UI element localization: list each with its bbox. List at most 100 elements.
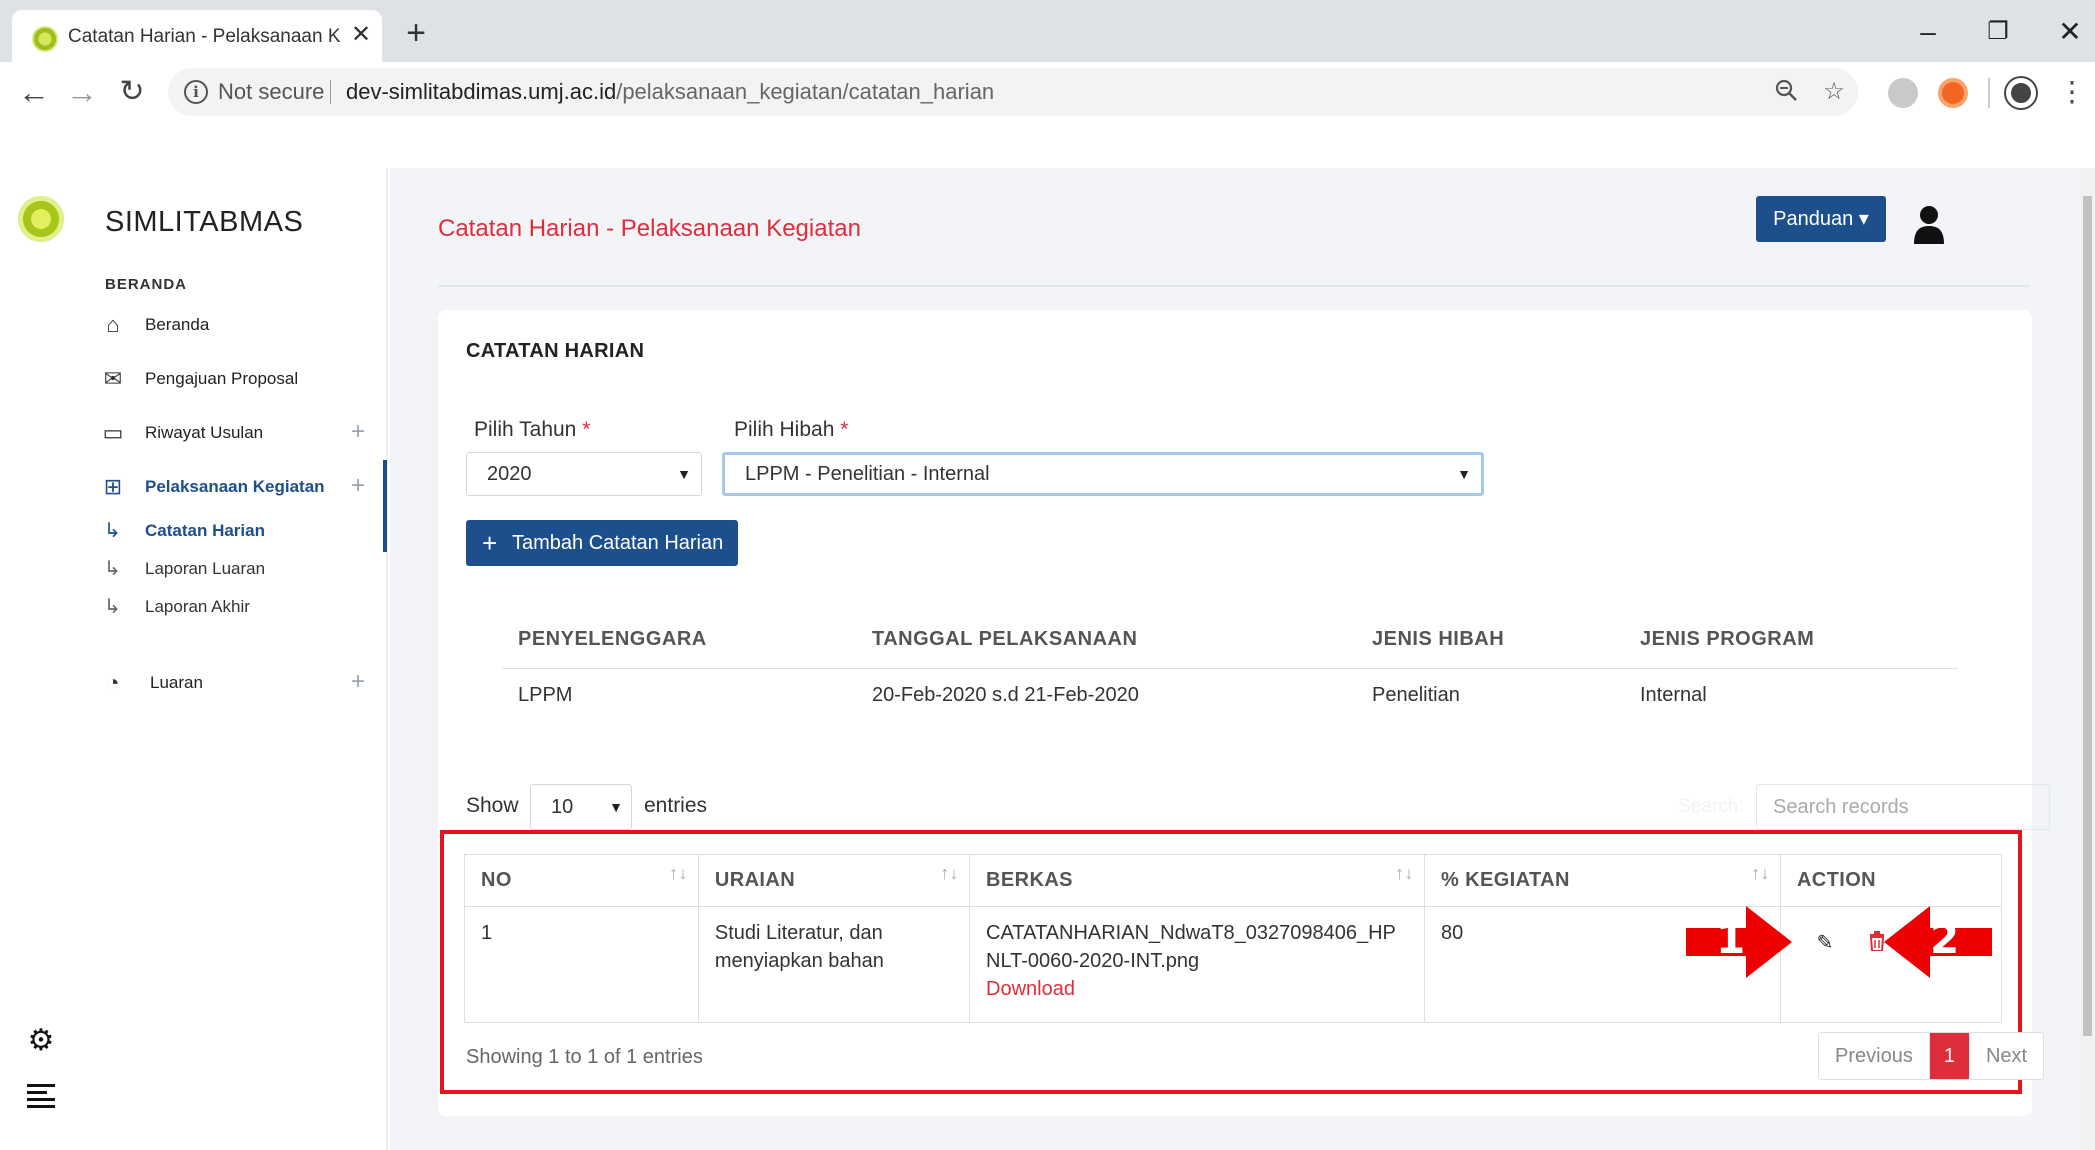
url-path: /pelaksanaan_kegiatan/catatan_harian xyxy=(616,79,995,104)
info-header: TANGGAL PELAKSANAAN xyxy=(872,628,1138,650)
sidebar-item-label: Pengajuan Proposal xyxy=(145,369,299,388)
sort-icon: ↑↓ xyxy=(940,863,960,883)
subitem-arrow-icon: ↳ xyxy=(104,596,121,618)
column-header-no[interactable]: NO ↑↓ xyxy=(464,854,699,907)
minimize-icon[interactable]: – xyxy=(1908,12,1948,52)
pagination: Previous 1 Next xyxy=(1818,1032,2045,1080)
page-header: Catatan Harian - Pelaksanaan Kegiatan Pa… xyxy=(390,168,2030,287)
sort-icon: ↑↓ xyxy=(669,863,688,883)
expand-plus-icon[interactable]: + xyxy=(346,420,370,444)
forward-icon[interactable]: → xyxy=(62,72,102,112)
logo-icon xyxy=(18,196,64,242)
info-value: 20-Feb-2020 s.d 21-Feb-2020 xyxy=(872,684,1139,706)
page-scrollbar[interactable] xyxy=(2080,168,2095,1150)
sidebar: SIMLITABMAS BERANDA ⌂ Beranda ✉ Pengajua… xyxy=(0,168,388,1150)
next-page-button[interactable]: Next xyxy=(1968,1033,2044,1079)
annotation-number-2: 2 xyxy=(1930,914,1960,963)
annotation-number-1: 1 xyxy=(1716,914,1746,963)
profile-icon[interactable] xyxy=(2006,78,2036,108)
sidebar-subitem-laporan-akhir[interactable]: ↳ Laporan Akhir xyxy=(100,592,360,622)
sidebar-item-label: Riwayat Usulan xyxy=(145,423,264,442)
settings-gear-icon[interactable]: ⚙ xyxy=(24,1024,58,1058)
annotation-arrow-1: 1 xyxy=(1686,906,1792,978)
expand-plus-icon[interactable]: + xyxy=(346,474,370,498)
column-header-kegiatan[interactable]: % KEGIATAN ↑↓ xyxy=(1423,854,1781,907)
table-info: Showing 1 to 1 of 1 entries xyxy=(466,1046,703,1068)
cell-uraian: Studi Literatur, dan menyiapkan bahan xyxy=(697,906,971,1023)
search-label: Search: xyxy=(1678,796,1744,817)
card-icon: ▭ xyxy=(102,420,124,445)
sort-icon: ↑↓ xyxy=(1751,863,1770,883)
favicon-icon xyxy=(32,26,58,52)
info-icon[interactable]: i xyxy=(184,80,208,104)
card-title: CATATAN HARIAN xyxy=(466,340,645,362)
info-header: JENIS PROGRAM xyxy=(1640,628,1815,650)
reload-icon[interactable]: ↻ xyxy=(112,72,152,112)
page-length-select[interactable]: 10 ▼ xyxy=(530,784,632,830)
extension-icon[interactable] xyxy=(1938,78,1968,108)
column-header-action: ACTION xyxy=(1779,854,2003,907)
sidebar-item-beranda[interactable]: ⌂ Beranda xyxy=(100,308,370,342)
extension-globe-icon[interactable] xyxy=(1888,78,1918,108)
address-bar: ← → ↻ i Not secure dev-simlitabdimas.umj… xyxy=(0,62,2095,120)
home-icon: ⌂ xyxy=(106,312,120,337)
omnibox-divider xyxy=(330,80,331,104)
sidebar-subitem-label: Laporan Luaran xyxy=(145,559,266,578)
page-1-button[interactable]: 1 xyxy=(1928,1033,1969,1079)
user-icon[interactable] xyxy=(1912,204,1948,244)
subitem-arrow-icon: ↳ xyxy=(104,520,121,542)
tab-title: Catatan Harian - Pelaksanaan Ke xyxy=(68,26,340,47)
zoom-icon[interactable] xyxy=(1772,78,1800,106)
sidebar-item-pelaksanaan-kegiatan[interactable]: ⊞ Pelaksanaan Kegiatan + xyxy=(100,470,370,504)
back-icon[interactable]: ← xyxy=(14,72,54,112)
edit-icon[interactable]: ✎ xyxy=(1813,931,1837,955)
download-link[interactable]: Download xyxy=(986,975,1408,1003)
browser-tab[interactable]: Catatan Harian - Pelaksanaan Ke ✕ xyxy=(12,10,382,62)
sidebar-subitem-label: Laporan Akhir xyxy=(145,597,250,616)
subitem-arrow-icon: ↳ xyxy=(104,558,121,580)
column-header-uraian[interactable]: URAIAN ↑↓ xyxy=(697,854,971,907)
sidebar-item-pengajuan-proposal[interactable]: ✉ Pengajuan Proposal xyxy=(100,362,370,396)
sidebar-subitem-catatan-harian[interactable]: ↳ Catatan Harian xyxy=(100,516,360,546)
panduan-dropdown-button[interactable]: Panduan ▾ xyxy=(1756,196,1886,242)
menu-kebab-icon[interactable]: ⋮ xyxy=(2052,72,2092,112)
omnibox[interactable]: i Not secure dev-simlitabdimas.umj.ac.id… xyxy=(168,68,1858,116)
sidebar-item-label: Pelaksanaan Kegiatan xyxy=(145,477,325,496)
column-header-berkas[interactable]: BERKAS ↑↓ xyxy=(969,854,1425,907)
hibah-select[interactable]: LPPM - Penelitian - Internal ▼ xyxy=(722,452,1484,496)
new-tab-icon[interactable]: + xyxy=(398,16,434,52)
scrollbar-thumb[interactable] xyxy=(2083,196,2092,1036)
search-input[interactable]: Search records xyxy=(1756,784,2050,830)
info-divider xyxy=(502,668,1958,669)
berkas-filename: CATATANHARIAN_NdwaT8_0327098406_HPNLT-00… xyxy=(986,922,1396,972)
main-content: Catatan Harian - Pelaksanaan Kegiatan Pa… xyxy=(390,168,2095,1150)
restore-icon[interactable]: ❐ xyxy=(1978,12,2018,52)
page-length-value: 10 xyxy=(551,796,574,818)
sidebar-section-label: BERANDA xyxy=(105,276,187,293)
catatan-harian-card: CATATAN HARIAN Pilih Tahun * Pilih Hibah… xyxy=(438,310,2050,1116)
previous-page-button[interactable]: Previous xyxy=(1819,1033,1929,1079)
window-close-icon[interactable]: ✕ xyxy=(2050,12,2090,52)
tambah-catatan-button[interactable]: + Tambah Catatan Harian xyxy=(466,520,738,566)
sort-icon: ↑↓ xyxy=(1395,863,1414,883)
sidebar-subitem-label: Catatan Harian xyxy=(145,521,265,540)
info-value: Internal xyxy=(1640,684,1707,706)
active-indicator xyxy=(383,460,387,552)
sidebar-subitem-laporan-luaran[interactable]: ↳ Laporan Luaran xyxy=(100,554,360,584)
expand-plus-icon[interactable]: + xyxy=(346,670,370,694)
plus-icon: + xyxy=(482,528,498,558)
sidebar-item-riwayat-usulan[interactable]: ▭ Riwayat Usulan + xyxy=(100,416,370,450)
browser-tab-bar: Catatan Harian - Pelaksanaan Ke ✕ + – ❐ … xyxy=(0,0,2095,62)
header-divider xyxy=(438,285,2030,287)
chevron-down-icon: ▼ xyxy=(609,799,623,815)
bookmark-star-icon[interactable]: ☆ xyxy=(1820,78,1848,106)
collapse-menu-icon[interactable] xyxy=(24,1082,58,1116)
panduan-label: Panduan xyxy=(1773,208,1854,230)
sidebar-item-label: Beranda xyxy=(145,315,210,334)
close-tab-icon[interactable]: ✕ xyxy=(348,22,374,48)
url-text[interactable]: dev-simlitabdimas.umj.ac.id/pelaksanaan_… xyxy=(346,80,994,104)
briefcase-icon: ⊞ xyxy=(103,474,123,499)
sidebar-item-luaran[interactable]: ◔ Luaran + xyxy=(100,666,370,700)
clock-icon: ◔ xyxy=(106,670,120,695)
tahun-select[interactable]: 2020 ▼ xyxy=(466,452,702,496)
